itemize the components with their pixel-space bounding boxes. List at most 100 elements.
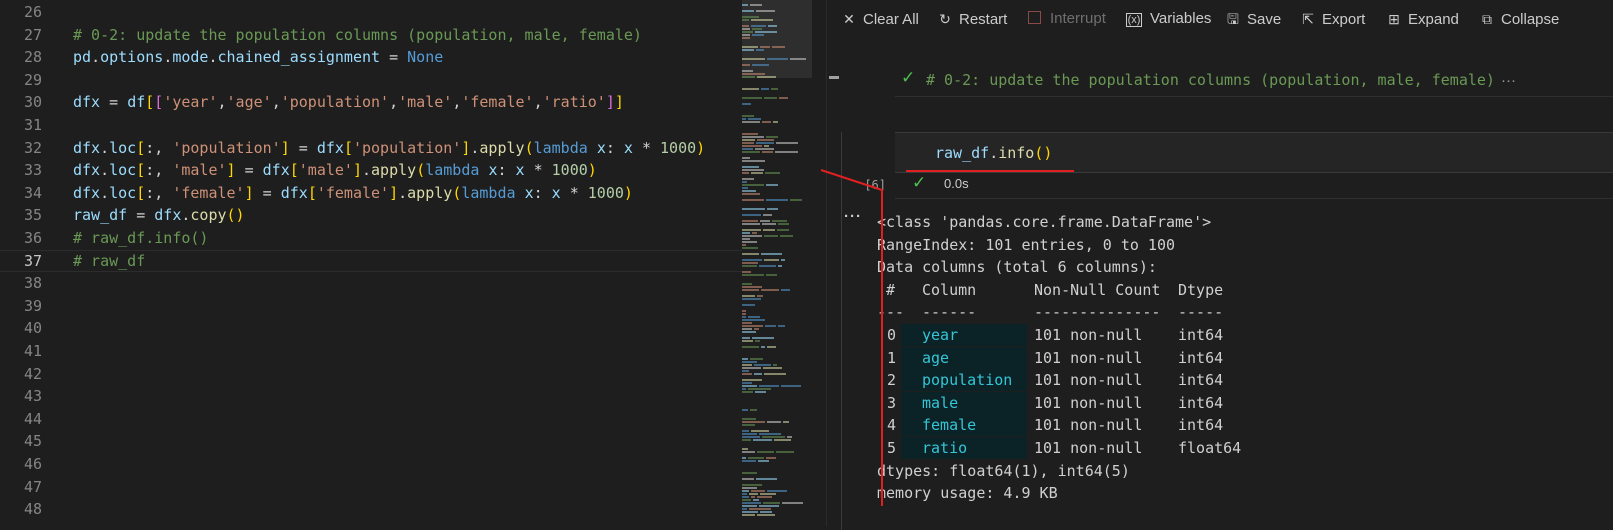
- minimap-stroke: [761, 88, 769, 90]
- code-line[interactable]: 44: [0, 408, 742, 430]
- minimap-stroke: [742, 424, 755, 426]
- code-line[interactable]: 36 # raw_df.info(): [0, 227, 742, 249]
- minimap-stroke: [742, 304, 755, 306]
- minimap-stroke: [742, 496, 749, 498]
- minimap-stroke: [742, 484, 762, 486]
- line-number: 28: [23, 48, 42, 67]
- code-token: # raw_df: [73, 251, 146, 270]
- minimap-stroke: [750, 358, 763, 360]
- minimap-stroke: [742, 370, 749, 372]
- export-button[interactable]: ⇱ Export: [1300, 8, 1365, 30]
- code-line[interactable]: 39: [0, 295, 742, 317]
- code-token: =: [127, 206, 155, 225]
- minimap-stroke: [790, 58, 806, 60]
- minimap-stroke: [742, 4, 748, 6]
- code-line[interactable]: 47: [0, 476, 742, 498]
- minimap-stroke: [742, 478, 754, 480]
- code-editor[interactable]: 26 27 # 0-2: update the population columns…: [0, 0, 742, 526]
- minimap[interactable]: [742, 0, 812, 526]
- minimap-stroke: [767, 490, 787, 492]
- minimap-stroke: [742, 487, 757, 489]
- code-line[interactable]: 29: [0, 69, 742, 91]
- code-line[interactable]: 43: [0, 385, 742, 407]
- expand-button[interactable]: ⊞ Expand: [1386, 8, 1459, 30]
- code-line[interactable]: 40: [0, 317, 742, 339]
- code-token: apply: [407, 183, 453, 202]
- minimap-stroke: [781, 259, 785, 261]
- output-actions-button[interactable]: ···: [841, 208, 865, 225]
- code-line[interactable]: 42: [0, 363, 742, 385]
- code-line[interactable]: 26: [0, 1, 742, 23]
- minimap-stroke: [764, 97, 777, 99]
- code-line[interactable]: 33 dfx.loc[:, 'male'] = dfx['male'].apply…: [0, 159, 742, 181]
- code-line[interactable]: 38: [0, 272, 742, 294]
- code-token: 'population': [352, 138, 462, 157]
- code-token: dfx: [73, 161, 101, 180]
- minimap-stroke: [742, 223, 760, 225]
- minimap-stroke: [766, 199, 788, 201]
- code-line[interactable]: 46: [0, 453, 742, 475]
- cell-code-editor[interactable]: raw_df.info(): [895, 132, 1613, 173]
- minimap-stroke: [771, 88, 778, 90]
- code-line[interactable]: 45: [0, 430, 742, 452]
- minimap-stroke: [759, 505, 779, 507]
- restart-button[interactable]: ↻ Restart: [937, 8, 1007, 30]
- scrollbar-thumb[interactable]: [829, 76, 839, 79]
- collapse-button[interactable]: ⧉ Collapse: [1479, 8, 1559, 30]
- cell-count: 101 non-null: [1034, 371, 1143, 390]
- minimap-stroke: [762, 223, 776, 225]
- minimap-stroke: [742, 433, 757, 435]
- code-line[interactable]: 30 dfx = df[['year','age','population','m…: [0, 91, 742, 113]
- minimap-stroke: [742, 367, 761, 369]
- cell-count: 101 non-null: [1034, 439, 1143, 457]
- code-line[interactable]: 34 dfx.loc[:, 'female'] = dfx['female'].a…: [0, 182, 742, 204]
- code-token: None: [407, 48, 444, 67]
- minimap-stroke: [781, 385, 801, 387]
- minimap-stroke: [751, 172, 763, 174]
- variables-button[interactable]: (x) Variables: [1126, 8, 1211, 30]
- interactive-window: ✕ Clear All ↻ Restart Interrupt (x) Variabl…: [841, 0, 1613, 530]
- code-token: x: [551, 183, 561, 202]
- minimap-stroke: [755, 340, 760, 342]
- minimap-stroke: [756, 478, 777, 480]
- clear-all-button[interactable]: ✕ Clear All: [841, 8, 919, 30]
- line-number: 37: [23, 251, 42, 270]
- save-button[interactable]: 🖫 Save: [1225, 8, 1281, 30]
- expand-ellipsis[interactable]: ···: [1501, 72, 1516, 89]
- minimap-stroke: [742, 76, 755, 78]
- code-token: lambda: [425, 161, 480, 180]
- code-line[interactable]: 31: [0, 114, 742, 136]
- code-token: loc: [109, 183, 137, 202]
- minimap-stroke: [742, 190, 756, 192]
- code-line[interactable]: 28 pd.options.mode.chained_assignment = N…: [0, 46, 742, 68]
- code-line[interactable]: 27 # 0-2: update the population columns (…: [0, 24, 742, 46]
- code-token: (: [416, 161, 426, 180]
- code-line[interactable]: 32 dfx.loc[:, 'population'] = dfx['popula…: [0, 137, 742, 159]
- minimap-stroke: [742, 265, 757, 267]
- collapsed-cell[interactable]: ✓ # 0-2: update the population columns (…: [895, 66, 1613, 97]
- minimap-stroke: [767, 58, 788, 60]
- minimap-stroke: [742, 151, 760, 153]
- code-text: # raw_df: [73, 251, 145, 271]
- editor-scrollbar[interactable]: [826, 0, 840, 526]
- code-token: [: [343, 138, 353, 157]
- code-token: ,: [533, 93, 543, 112]
- code-line[interactable]: 37 # raw_df: [0, 249, 742, 272]
- minimap-stroke: [761, 289, 779, 291]
- minimap-stroke: [742, 295, 755, 297]
- minimap-stroke: [742, 313, 746, 315]
- code-line[interactable]: 48: [0, 498, 742, 520]
- code-line[interactable]: 35 raw_df = dfx.copy(): [0, 204, 742, 226]
- interrupt-button[interactable]: Interrupt: [1026, 8, 1106, 30]
- minimap-stroke: [742, 88, 759, 90]
- code-token: 'ratio': [542, 93, 606, 112]
- minimap-stroke: [767, 346, 776, 348]
- minimap-stroke: [742, 160, 765, 162]
- code-line[interactable]: 41: [0, 340, 742, 362]
- code-token: ): [587, 161, 597, 180]
- minimap-stroke: [742, 244, 746, 246]
- minimap-stroke: [742, 259, 762, 261]
- line-number: 38: [23, 274, 42, 293]
